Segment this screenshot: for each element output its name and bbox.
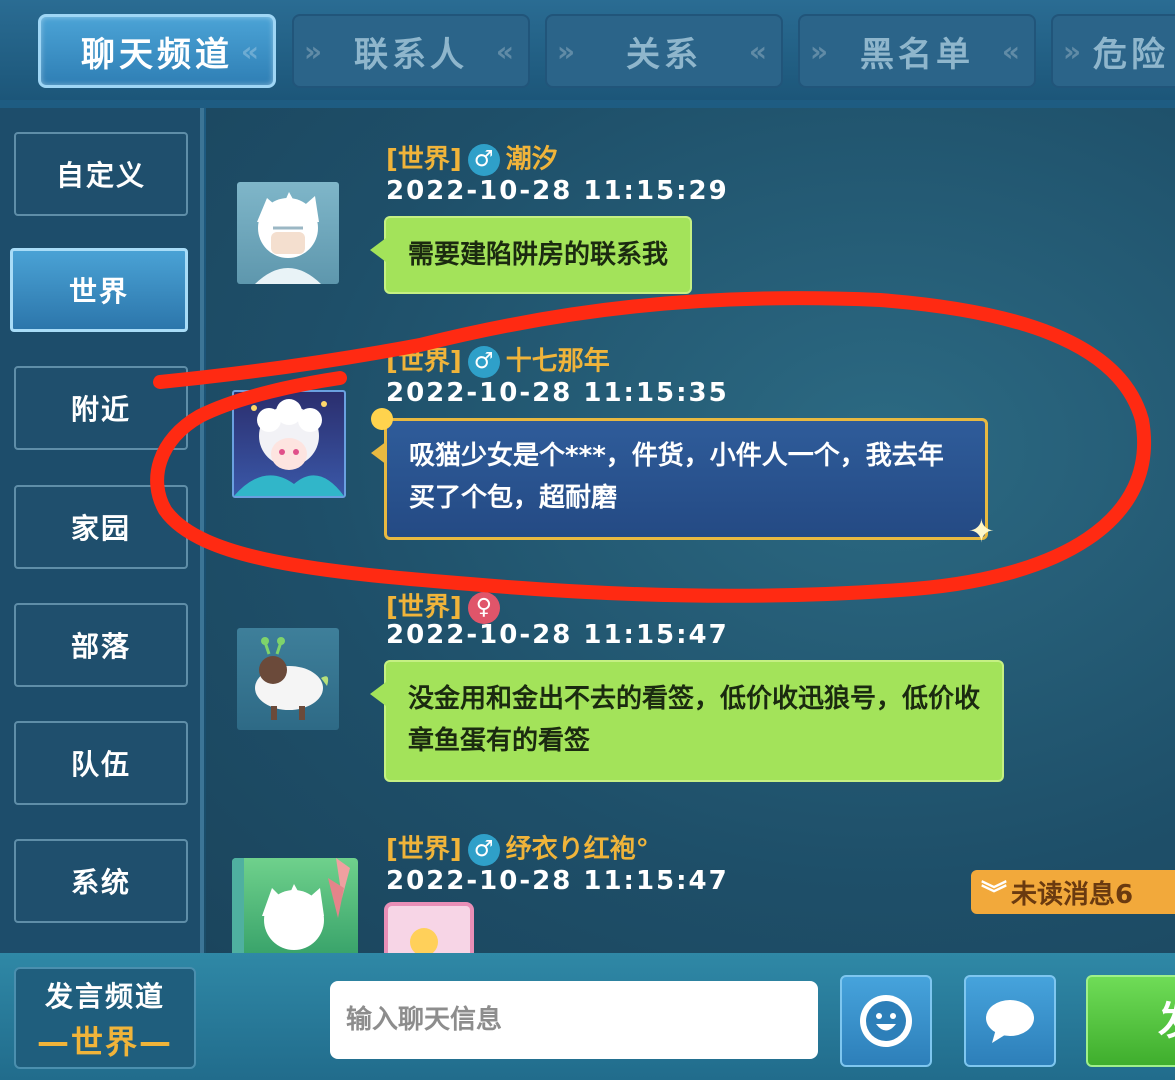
channel-tag: [世界]	[386, 144, 462, 175]
sidebar-item-label: 世界	[68, 275, 129, 308]
avatar-boy-icon	[232, 858, 350, 953]
sender-name[interactable]: 纾衣り红袍°	[506, 835, 649, 865]
tab-relations[interactable]: » 关系 «	[545, 14, 783, 88]
emoji-button[interactable]	[840, 975, 932, 1067]
chat-message-list[interactable]: [世界] ♂ 潮汐 2022-10-28 11:15:29 需要建陷阱房的联系我 […	[206, 108, 1175, 953]
tab-label: 黑名单	[860, 34, 974, 75]
chevron-right-icon: »	[1063, 34, 1086, 68]
avatar-sheep-icon	[255, 637, 329, 720]
message-text: 没金用和金出不去的看签，低价收迅狼号，低价收章鱼蛋有的看签	[408, 684, 981, 756]
unread-label: 未读消息6	[1011, 879, 1134, 910]
tab-blacklist[interactable]: » 黑名单 «	[798, 14, 1036, 88]
chevron-right-icon: »	[304, 34, 327, 68]
sidebar-item-label: 附近	[70, 393, 131, 426]
message-text: 需要建陷阱房的联系我	[408, 240, 669, 270]
channel-tag: [世界]	[386, 834, 462, 865]
tab-label: 危险	[1093, 34, 1169, 75]
speak-channel-label: 发言频道	[44, 980, 165, 1013]
sender-name[interactable]: 十七那年	[506, 347, 610, 377]
sidebar-item-label: 系统	[70, 866, 131, 899]
sidebar-item-label: 部落	[70, 630, 131, 663]
sidebar-item-tribe[interactable]: 部落	[14, 603, 188, 687]
sidebar-item-nearby[interactable]: 附近	[14, 366, 188, 450]
chat-input[interactable]	[330, 981, 818, 1059]
send-label: 发	[1158, 998, 1175, 1044]
channel-tag: [世界]	[386, 592, 462, 623]
bottom-input-bar: 发言频道 —世界— 发	[0, 953, 1175, 1080]
double-chevron-down-icon: ︾	[981, 879, 1008, 910]
message-time: 2022-10-28 11:15:47	[386, 866, 729, 896]
sidebar-item-team[interactable]: 队伍	[14, 721, 188, 805]
male-icon: ♂	[467, 346, 500, 378]
sidebar-item-system[interactable]: 系统	[14, 839, 188, 923]
tab-contacts[interactable]: » 联系人 «	[292, 14, 530, 88]
message-time: 2022-10-28 11:15:29	[386, 176, 729, 206]
decoration-dot	[371, 408, 393, 430]
message-bubble[interactable]	[384, 902, 474, 953]
message-header: [世界] ♂ 纾衣り红袍°	[386, 834, 649, 866]
message-bubble[interactable]: 需要建陷阱房的联系我	[370, 216, 693, 294]
avatar-girl-icon	[234, 399, 344, 496]
message-header: [世界] ♂ 潮汐	[386, 144, 558, 176]
channel-tag: [世界]	[386, 346, 462, 377]
speech-bubble-icon	[986, 1000, 1034, 1043]
message-bubble[interactable]: 吸猫少女是个***，件货，小件人一个，我去年买了个包，超耐磨	[371, 418, 988, 540]
chevron-left-icon: «	[1001, 34, 1024, 68]
chevron-right-icon: »	[557, 34, 580, 68]
smile-icon	[410, 928, 438, 953]
speak-channel-value: —世界—	[36, 1023, 173, 1061]
sidebar-item-world[interactable]: 世界	[10, 248, 188, 332]
tab-label: 聊天频道	[81, 34, 233, 75]
message-time: 2022-10-28 11:15:35	[386, 378, 729, 408]
sidebar-item-label: 自定义	[55, 159, 146, 192]
message-header: [世界] ♂ 十七那年	[386, 346, 610, 378]
smiley-icon	[860, 995, 912, 1047]
speak-channel-selector[interactable]: 发言频道 —世界—	[14, 967, 196, 1069]
tab-chat-channel[interactable]: 聊天频道 «	[38, 14, 276, 88]
chevron-left-icon: «	[240, 34, 263, 68]
avatar-boy-icon	[255, 192, 321, 284]
message-text: 吸猫少女是个***，件货，小件人一个，我去年买了个包，超耐磨	[409, 441, 944, 513]
channel-sidebar: 自定义 世界 附近 家园 部落 队伍 系统	[0, 108, 204, 953]
sparkle-icon: ✦	[968, 512, 995, 550]
tab-label: 关系	[626, 34, 702, 75]
chevron-left-icon: «	[748, 34, 771, 68]
avatar[interactable]	[232, 858, 358, 953]
quick-message-button[interactable]	[964, 975, 1056, 1067]
tab-danger[interactable]: » 危险	[1051, 14, 1175, 88]
sidebar-item-label: 家园	[70, 512, 131, 545]
message-bubble[interactable]: 没金用和金出不去的看签，低价收迅狼号，低价收章鱼蛋有的看签	[370, 660, 1004, 782]
avatar[interactable]	[232, 390, 346, 498]
male-icon: ♂	[467, 144, 500, 176]
chevron-right-icon: »	[810, 34, 833, 68]
message-time: 2022-10-28 11:15:47	[386, 620, 729, 650]
sidebar-item-label: 队伍	[70, 748, 131, 781]
unread-messages-button[interactable]: ︾ 未读消息6	[971, 870, 1175, 914]
avatar[interactable]	[237, 182, 339, 284]
tab-label: 联系人	[354, 34, 468, 75]
sidebar-item-home[interactable]: 家园	[14, 485, 188, 569]
sender-name[interactable]: 潮汐	[506, 145, 558, 175]
avatar[interactable]	[237, 628, 339, 730]
male-icon: ♂	[467, 834, 500, 866]
chevron-left-icon: «	[495, 34, 518, 68]
sidebar-item-custom[interactable]: 自定义	[14, 132, 188, 216]
top-tab-bar: 聊天频道 « » 联系人 « » 关系 « » 黑名单 « » 危险	[0, 0, 1175, 100]
send-button[interactable]: 发	[1086, 975, 1175, 1067]
